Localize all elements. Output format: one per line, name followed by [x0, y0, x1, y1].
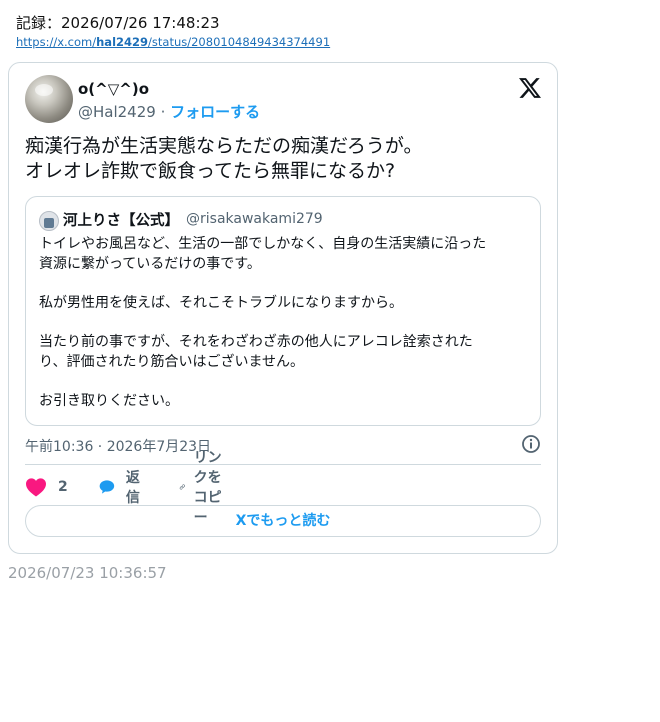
link-prefix: https://x.com/: [16, 35, 97, 49]
quoted-line: お引き取りください。: [39, 393, 179, 409]
quoted-line: り、評価されたり筋合いはございません。: [39, 354, 305, 370]
copy-link-button[interactable]: リンクをコピー: [179, 450, 223, 526]
record-label: 記録：2026/07/26 17:48:23: [16, 14, 220, 32]
link-user: hal2429: [96, 35, 149, 49]
read-more-button[interactable]: Xでもっと読む: [25, 505, 541, 537]
quoted-line: 当たり前の事ですが、それをわざわざ赤の他人にアレコレ詮索された: [39, 334, 473, 350]
divider: [25, 464, 541, 465]
tweet-text: 痴漢行為が生活実態ならただの痴漢だろうが。 オレオレ詐欺で飯食ってたら無罪になる…: [25, 134, 545, 184]
footer-timestamp: 2026/07/23 10:36:57: [8, 564, 167, 582]
reply-label: 返信: [125, 470, 140, 506]
heart-icon: [26, 478, 46, 497]
tweet-card: o(^▽^)o @Hal2429 · フォローする 痴漢行為が生活実態ならただの…: [8, 62, 558, 554]
like-button[interactable]: 2: [25, 474, 68, 500]
quoted-line: 私が男性用を使えば、それこそトラブルになりますから。: [39, 295, 403, 311]
reply-bubble-icon: [99, 480, 115, 494]
link-icon: [179, 484, 185, 490]
handle-row: @Hal2429 · フォローする: [78, 101, 260, 122]
tweet-line: オレオレ詐欺で飯食ってたら無罪になるか?: [25, 160, 396, 182]
reply-button[interactable]: 返信: [99, 470, 146, 506]
quoted-line: トイレやお風呂など、生活の一部でしかなく、自身の生活実績に沿った: [39, 236, 487, 252]
quoted-tweet[interactable]: 河上りさ【公式】 @risakawakami279 トイレやお風呂など、生活の一…: [25, 196, 541, 426]
separator: ·: [155, 103, 171, 121]
display-name[interactable]: o(^▽^)o: [78, 80, 149, 98]
avatar[interactable]: [25, 75, 73, 123]
x-logo-icon[interactable]: [519, 77, 541, 99]
follow-button[interactable]: フォローする: [170, 103, 260, 121]
source-link[interactable]: https://x.com/hal2429/status/20801048494…: [16, 35, 330, 49]
quoted-line: 資源に繋がっているだけの事です。: [39, 256, 261, 272]
quoted-handle: @risakawakami279: [186, 211, 323, 227]
quoted-display-name: 河上りさ【公式】: [63, 213, 179, 229]
handle[interactable]: @Hal2429: [78, 103, 156, 121]
quoted-avatar: [39, 211, 59, 231]
info-icon[interactable]: [521, 434, 541, 454]
timestamp[interactable]: 午前10:36 · 2026年7月23日: [25, 436, 211, 456]
like-count: 2: [58, 479, 68, 495]
link-suffix: /status/2080104849434374491: [148, 35, 331, 49]
quoted-body: トイレやお風呂など、生活の一部でしかなく、自身の生活実績に沿った 資源に繋がって…: [39, 234, 529, 411]
tweet-line: 痴漢行為が生活実態ならただの痴漢だろうが。: [25, 135, 423, 157]
